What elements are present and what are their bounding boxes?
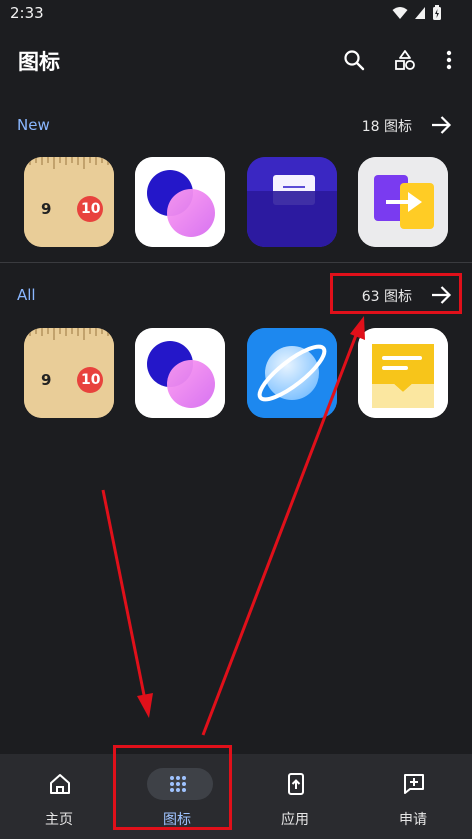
highlight-box-all-count xyxy=(330,273,462,314)
more-vert-icon xyxy=(446,50,452,70)
nav-tab-home[interactable]: 主页 xyxy=(0,754,118,839)
icon-row-all: 9 10 xyxy=(0,328,472,418)
ruler-number-9: 9 xyxy=(41,371,52,389)
transfer-app-icon[interactable] xyxy=(358,157,448,247)
nav-label-request: 申请 xyxy=(399,812,427,828)
search-button[interactable] xyxy=(340,46,368,74)
section-label-all: All xyxy=(17,286,36,304)
search-icon xyxy=(344,50,365,71)
arrow-right-icon[interactable] xyxy=(428,112,454,138)
wallet-card-icon[interactable] xyxy=(247,157,337,247)
icon-row-new: 9 10 xyxy=(0,157,472,247)
page-title: 图标 xyxy=(18,50,60,74)
ruler-number-9: 9 xyxy=(41,200,52,218)
wifi-icon xyxy=(392,7,408,19)
nav-label-apps: 应用 xyxy=(281,812,309,828)
nav-tab-request[interactable]: 申请 xyxy=(354,754,472,839)
annotation-arrow-down xyxy=(101,489,147,701)
nav-label-home: 主页 xyxy=(45,812,73,828)
section-divider xyxy=(0,262,472,263)
status-bar: 2:33 xyxy=(0,0,472,28)
ruler-number-10: 10 xyxy=(81,201,101,217)
nav-tab-apps[interactable]: 应用 xyxy=(236,754,354,839)
message-note-icon[interactable] xyxy=(358,328,448,418)
signal-icon xyxy=(415,7,425,19)
section-header-new: New 18 图标 xyxy=(0,108,472,144)
add-comment-icon xyxy=(404,774,424,794)
bottom-navigation: 主页 图标 应用 申请 xyxy=(0,754,472,839)
ruler-clock-icon[interactable]: 9 10 xyxy=(24,328,114,418)
section-label-new: New xyxy=(17,116,50,134)
overlap-circles-icon[interactable] xyxy=(135,328,225,418)
more-button[interactable] xyxy=(435,46,463,74)
shapes-icon xyxy=(395,50,415,70)
phone-upload-icon xyxy=(288,773,304,795)
shapes-button[interactable] xyxy=(391,46,419,74)
home-icon xyxy=(50,774,70,794)
overlap-circles-icon[interactable] xyxy=(135,157,225,247)
ruler-number-10: 10 xyxy=(81,372,101,388)
status-icons xyxy=(392,5,442,21)
battery-icon xyxy=(433,5,441,20)
planet-browser-icon[interactable] xyxy=(247,328,337,418)
status-time: 2:33 xyxy=(10,4,44,22)
section-count-new[interactable]: 18 图标 xyxy=(362,116,412,136)
highlight-box-icons-tab xyxy=(113,745,232,830)
ruler-clock-icon[interactable]: 9 10 xyxy=(24,157,114,247)
app-bar: 图标 xyxy=(0,36,472,84)
